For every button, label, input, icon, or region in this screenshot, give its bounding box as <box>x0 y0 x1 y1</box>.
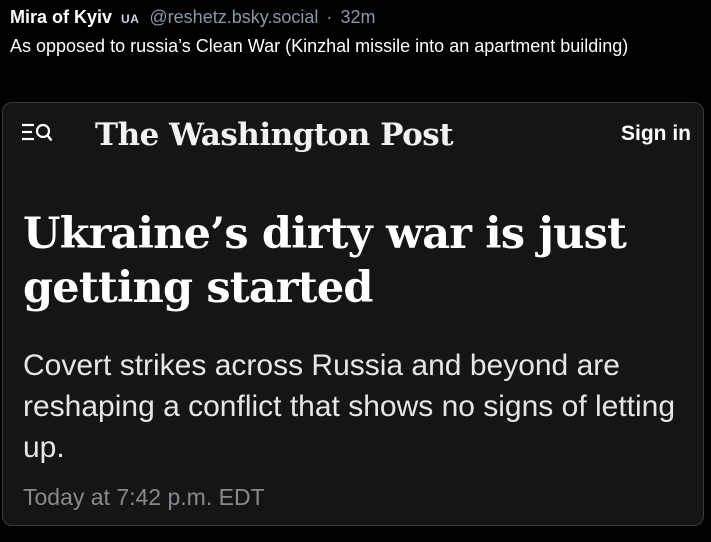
masthead-logo[interactable]: The Washington Post <box>95 113 454 157</box>
washington-post-header: The Washington Post Sign in <box>3 103 703 167</box>
article-headline[interactable]: Ukraine’s dirty war is just getting star… <box>23 207 693 315</box>
author-name[interactable]: Mira of Kyiv <box>10 7 112 27</box>
menu-search-icon[interactable] <box>21 121 53 147</box>
article-subhead: Covert strikes across Russia and beyond … <box>23 349 676 464</box>
post-header: Mira of Kyiv UA @reshetz.bsky.social · 3… <box>10 4 375 30</box>
author-flag-badge: UA <box>121 12 140 26</box>
header-separator: · <box>326 7 333 27</box>
post-text: As opposed to russia’s Clean War (Kinzha… <box>10 36 629 56</box>
social-post: Mira of Kyiv UA @reshetz.bsky.social · 3… <box>0 0 711 542</box>
sign-in-button[interactable]: Sign in <box>621 119 691 149</box>
embedded-screenshot[interactable]: The Washington Post Sign in Ukraine’s di… <box>2 102 704 526</box>
author-handle[interactable]: @reshetz.bsky.social <box>149 7 318 27</box>
article-timestamp: Today at 7:42 p.m. EDT <box>23 484 265 510</box>
post-timestamp[interactable]: 32m <box>340 7 375 27</box>
